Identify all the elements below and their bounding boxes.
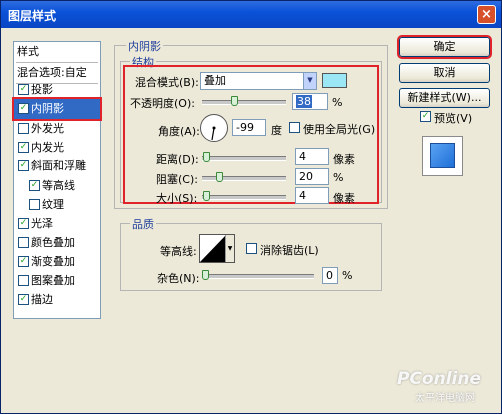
style-item-pattern-overlay[interactable]: 图案叠加 bbox=[14, 271, 100, 291]
chevron-down-icon[interactable]: ▼ bbox=[225, 235, 234, 262]
global-light-label[interactable]: 使用全局光(G) bbox=[303, 121, 375, 137]
checkbox-texture[interactable] bbox=[29, 199, 40, 210]
noise-input[interactable]: 0 bbox=[322, 267, 338, 284]
distance-slider[interactable] bbox=[202, 152, 286, 162]
checkbox-pattern-overlay[interactable] bbox=[18, 275, 29, 286]
cancel-button[interactable]: 取消 bbox=[399, 63, 490, 83]
layer-style-dialog: 图层样式 × 样式 混合选项:自定 ✓ 投影 ✓ 内阴影 外发光 ✓ 内发光 ✓ bbox=[0, 0, 502, 414]
noise-slider-thumb[interactable] bbox=[202, 270, 209, 280]
noise-slider[interactable] bbox=[202, 270, 314, 280]
preview-swatch bbox=[430, 143, 455, 168]
checkbox-inner-shadow[interactable]: ✓ bbox=[18, 103, 29, 114]
style-item-color-overlay[interactable]: 颜色叠加 bbox=[14, 233, 100, 253]
style-item-outer-glow[interactable]: 外发光 bbox=[14, 119, 100, 139]
distance-input[interactable]: 4 bbox=[295, 148, 329, 165]
size-label: 大小(S): bbox=[156, 192, 198, 205]
checkbox-satin[interactable]: ✓ bbox=[18, 218, 29, 229]
checkbox-contour[interactable]: ✓ bbox=[29, 180, 40, 191]
new-style-button[interactable]: 新建样式(W)... bbox=[399, 88, 490, 108]
checkbox-stroke[interactable]: ✓ bbox=[18, 294, 29, 305]
noise-label: 杂色(N): bbox=[157, 272, 200, 285]
size-unit: 像素 bbox=[333, 192, 355, 205]
opacity-slider-thumb[interactable] bbox=[231, 96, 238, 106]
style-item-inner-shadow[interactable]: ✓ 内阴影 bbox=[12, 97, 102, 121]
distance-label: 距离(D): bbox=[156, 153, 199, 166]
style-item-stroke[interactable]: ✓ 描边 bbox=[14, 290, 100, 310]
contour-curve-icon bbox=[200, 235, 226, 262]
ok-button[interactable]: 确定 bbox=[397, 35, 492, 59]
checkbox-outer-glow[interactable] bbox=[18, 123, 29, 134]
opacity-unit: % bbox=[332, 96, 343, 109]
quality-title: 品质 bbox=[130, 216, 156, 232]
watermark-brand: PConline bbox=[397, 369, 482, 389]
choke-unit: % bbox=[333, 171, 344, 184]
choke-slider[interactable] bbox=[202, 172, 286, 182]
angle-unit: 度 bbox=[271, 124, 282, 137]
style-item-contour[interactable]: ✓ 等高线 bbox=[14, 176, 100, 196]
angle-dial[interactable] bbox=[199, 113, 229, 143]
checkbox-bevel-emboss[interactable]: ✓ bbox=[18, 160, 29, 171]
noise-unit: % bbox=[342, 269, 353, 282]
choke-label: 阻塞(C): bbox=[156, 173, 198, 186]
angle-input[interactable]: -99 bbox=[232, 119, 266, 136]
title-bar[interactable]: 图层样式 × bbox=[1, 1, 501, 28]
antialias-label[interactable]: 消除锯齿(L) bbox=[260, 242, 319, 258]
blend-mode-label: 混合模式(B): bbox=[135, 76, 199, 89]
style-item-satin[interactable]: ✓ 光泽 bbox=[14, 214, 100, 234]
style-list-header[interactable]: 样式 bbox=[14, 42, 100, 62]
style-list-panel: 样式 混合选项:自定 ✓ 投影 ✓ 内阴影 外发光 ✓ 内发光 ✓ 斜面和浮雕 … bbox=[12, 41, 102, 319]
contour-label: 等高线: bbox=[160, 245, 197, 258]
blend-mode-select[interactable]: 叠加 ▼ bbox=[200, 72, 317, 90]
global-light-checkbox[interactable] bbox=[289, 122, 300, 133]
style-item-texture[interactable]: 纹理 bbox=[14, 195, 100, 215]
opacity-input[interactable]: 38 bbox=[292, 93, 328, 110]
distance-unit: 像素 bbox=[333, 153, 355, 166]
preview-checkbox[interactable]: ✓ bbox=[420, 111, 431, 122]
style-item-bevel-emboss[interactable]: ✓ 斜面和浮雕 bbox=[14, 156, 100, 176]
size-slider-thumb[interactable] bbox=[203, 191, 210, 201]
antialias-checkbox[interactable] bbox=[246, 243, 257, 254]
size-slider[interactable] bbox=[202, 191, 286, 201]
style-item-gradient-overlay[interactable]: ✓ 渐变叠加 bbox=[14, 252, 100, 272]
angle-label: 角度(A): bbox=[158, 125, 200, 138]
checkbox-gradient-overlay[interactable]: ✓ bbox=[18, 256, 29, 267]
watermark: PConline 太平洋电脑网 bbox=[397, 369, 497, 411]
blend-color-swatch[interactable] bbox=[322, 73, 347, 88]
style-item-inner-glow[interactable]: ✓ 内发光 bbox=[14, 138, 100, 158]
preview-label[interactable]: 预览(V) bbox=[434, 110, 472, 126]
chevron-down-icon[interactable]: ▼ bbox=[303, 73, 316, 89]
checkbox-color-overlay[interactable] bbox=[18, 237, 29, 248]
size-input[interactable]: 4 bbox=[295, 187, 329, 204]
checkbox-inner-glow[interactable]: ✓ bbox=[18, 142, 29, 153]
contour-picker[interactable]: ▼ bbox=[199, 234, 235, 263]
window-title: 图层样式 bbox=[8, 9, 57, 23]
choke-input[interactable]: 20 bbox=[295, 168, 329, 185]
opacity-slider[interactable] bbox=[202, 96, 286, 106]
style-item-drop-shadow[interactable]: ✓ 投影 bbox=[14, 80, 100, 100]
distance-slider-thumb[interactable] bbox=[203, 152, 210, 162]
watermark-tagline: 太平洋电脑网 bbox=[415, 393, 475, 404]
inner-shadow-title: 内阴影 bbox=[126, 38, 163, 54]
opacity-label: 不透明度(O): bbox=[130, 97, 195, 110]
preview-thumbnail bbox=[422, 136, 463, 176]
checkbox-drop-shadow[interactable]: ✓ bbox=[18, 84, 29, 95]
close-button[interactable]: × bbox=[477, 5, 496, 24]
angle-dial-icon bbox=[200, 114, 228, 142]
choke-slider-thumb[interactable] bbox=[216, 172, 223, 182]
